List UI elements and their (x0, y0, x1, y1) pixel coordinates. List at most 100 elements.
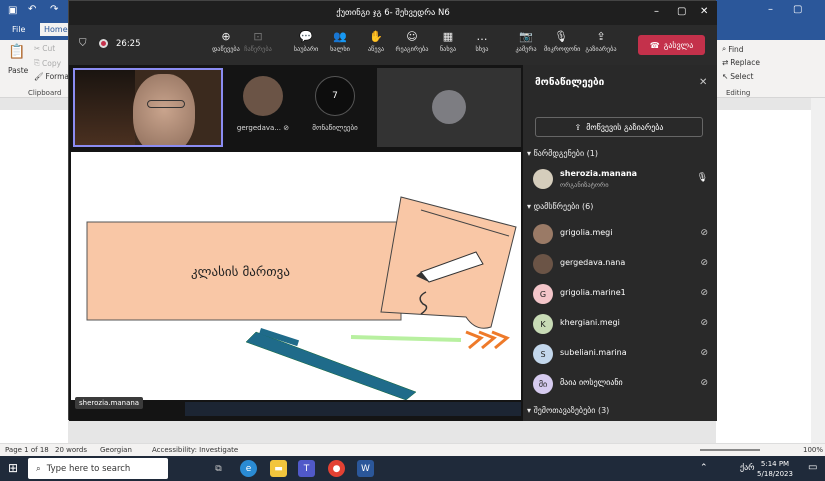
paste-icon[interactable]: 📋 (8, 44, 25, 60)
toolbar-button-10[interactable]: ⇪ გაზიარება (584, 30, 618, 53)
avatar (533, 224, 553, 244)
toolbar-label: აწევა (367, 46, 385, 53)
edge-icon[interactable]: e (240, 460, 257, 477)
share-invite-label: მოწვევის გაზიარება (586, 122, 664, 132)
leave-button[interactable]: ☎ გასვლა (638, 35, 705, 55)
task-view-icon[interactable]: ⧉ (210, 460, 227, 477)
windows-start-icon[interactable]: ⊞ (8, 461, 18, 475)
participant-row[interactable]: gergedava.nana ⊘ (533, 252, 708, 276)
vertical-scrollbar[interactable] (811, 98, 825, 443)
paste-button[interactable]: Paste (8, 66, 28, 75)
find-button[interactable]: ⌕ Find (722, 44, 744, 54)
hang-up-icon: ☎ (649, 40, 660, 50)
tile-label: მონაწილეები (312, 124, 358, 132)
autosave-icon[interactable]: ▣ (8, 5, 17, 16)
maximize-icon[interactable]: ▢ (677, 6, 686, 17)
glasses-shape (147, 100, 185, 108)
clock-time: 5:14 PM (760, 460, 790, 468)
tab-home[interactable]: Home (40, 23, 72, 36)
suggestions-section-header[interactable]: ▾ შემოთავაზებები (3) (527, 406, 609, 415)
participant-row[interactable]: Ggrigolia.marine1 ⊘ (533, 282, 708, 306)
participants-count-tile[interactable]: 7 მონაწილეები (301, 68, 369, 147)
teams-icon[interactable]: T (298, 460, 315, 477)
teams-meeting-window: ქუთინგი ჯგ 6- შეხვედრა N6 – ▢ ✕ ⛉ 26:25 … (68, 0, 717, 421)
toolbar-button-0[interactable]: ⊕ დაწევება (209, 30, 243, 53)
copy-button[interactable]: ⎘ Copy (34, 58, 61, 68)
participant-name: მაია იოსელიანი (560, 378, 623, 387)
toolbar-button-6[interactable]: ▦ ნახვა (431, 30, 465, 53)
toolbar-button-3[interactable]: 👥 ხალხი (323, 30, 357, 53)
toolbar-button-9[interactable]: 🎙 მიკროფონი (544, 30, 580, 53)
taskbar-search-placeholder: Type here to search (46, 463, 131, 474)
mic-off-icon[interactable]: ⊘ (700, 378, 708, 388)
share-invite-button[interactable]: ⇪ მოწვევის გაზიარება (535, 117, 703, 137)
participant-organizer[interactable]: sherozia.manana ორგანიზატორი 🎙 (533, 167, 708, 191)
chrome-icon[interactable]: ● (328, 460, 345, 477)
redo-icon[interactable]: ↷ (50, 4, 58, 15)
avatar: K (533, 314, 553, 334)
toolbar-button-5[interactable]: ☺ რეაგირება (395, 30, 429, 53)
toolbar-label: ჩაწერება (244, 46, 272, 53)
notifications-icon[interactable]: ▭ (808, 462, 817, 473)
taskbar-clock[interactable]: 5:14 PM 5/18/2023 (757, 459, 793, 479)
green-stroke (350, 335, 462, 342)
toolbar-icon: 👥 (333, 30, 347, 43)
undo-icon[interactable]: ↶ (28, 4, 36, 15)
language-status[interactable]: Georgian (100, 446, 132, 454)
mic-off-icon[interactable]: ⊘ (700, 288, 708, 298)
attendees-section-header[interactable]: ▾ დამსწრეები (6) (527, 202, 593, 211)
video-tile-gergedava[interactable]: gergedava... ⊘ (229, 68, 297, 147)
mic-off-icon[interactable]: ⊘ (700, 318, 708, 328)
toolbar-icon: 🎙 (554, 30, 568, 43)
participant-row[interactable]: მი მაია იოსელიანი ⊘ (533, 372, 708, 396)
close-icon[interactable]: ✕ (699, 77, 707, 88)
page-count[interactable]: Page 1 of 18 (5, 446, 49, 454)
tray-up-arrow-icon[interactable]: ⌃ (700, 463, 708, 473)
participant-role: ორგანიზატორი (560, 181, 609, 189)
input-language[interactable]: ქარ (740, 463, 755, 472)
replace-button[interactable]: ⇄ Replace (722, 58, 760, 67)
word-count[interactable]: 20 words (55, 446, 87, 454)
avatar (243, 76, 283, 116)
chevron-down-icon: ▾ (527, 202, 532, 211)
toolbar-button-8[interactable]: 📷 კამერა (509, 30, 543, 53)
taskbar-search-box[interactable]: ⌕ Type here to search (28, 458, 168, 479)
cut-button[interactable]: ✂ Cut (34, 44, 55, 53)
toolbar-button-2[interactable]: 💬 საუბარი (289, 30, 323, 53)
accessibility-status[interactable]: Accessibility: Investigate (152, 446, 238, 454)
participant-row[interactable]: Ssubeliani.marina ⊘ (533, 342, 708, 366)
minimize-icon[interactable]: – (654, 6, 659, 17)
shield-icon[interactable]: ⛉ (79, 38, 87, 49)
close-icon[interactable]: ✕ (700, 6, 708, 17)
cut-label: Cut (42, 44, 56, 53)
video-tile-self[interactable] (73, 68, 223, 147)
format-painter-button[interactable]: 🖌 Format (34, 72, 72, 81)
toolbar-button-4[interactable]: ✋ აწევა (359, 30, 393, 53)
zoom-slider[interactable] (700, 449, 760, 451)
video-tile-extra[interactable] (377, 68, 521, 147)
mic-off-icon[interactable]: ⊘ (700, 348, 708, 358)
organizers-section-header[interactable]: ▾ წარმდგენები (1) (527, 149, 598, 158)
document-page[interactable] (0, 110, 68, 445)
avatar: მი (533, 374, 553, 394)
mic-on-icon[interactable]: 🎙 (697, 173, 708, 183)
leave-label: გასვლა (663, 40, 694, 50)
avatar: S (533, 344, 553, 364)
participant-row[interactable]: Kkhergiani.megi ⊘ (533, 312, 708, 336)
toolbar-button-7[interactable]: … სხვა (465, 30, 499, 53)
select-button[interactable]: ↖ Select (722, 72, 753, 81)
participant-row[interactable]: grigolia.megi ⊘ (533, 222, 708, 246)
tab-file[interactable]: File (12, 25, 25, 34)
replace-label: Replace (730, 58, 760, 67)
minimize-icon[interactable]: – (768, 4, 773, 15)
maximize-icon[interactable]: ▢ (793, 4, 802, 15)
copy-label: Copy (42, 58, 62, 68)
zoom-level[interactable]: 100% (803, 446, 823, 454)
file-explorer-icon[interactable]: ▬ (270, 460, 287, 477)
mic-off-icon[interactable]: ⊘ (700, 258, 708, 268)
word-icon[interactable]: W (357, 460, 374, 477)
mic-off-icon[interactable]: ⊘ (700, 228, 708, 238)
document-page-right[interactable] (716, 110, 811, 445)
toolbar-button-1[interactable]: ⊡ ჩაწერება (241, 30, 275, 53)
toolbar-icon: … (476, 30, 488, 43)
